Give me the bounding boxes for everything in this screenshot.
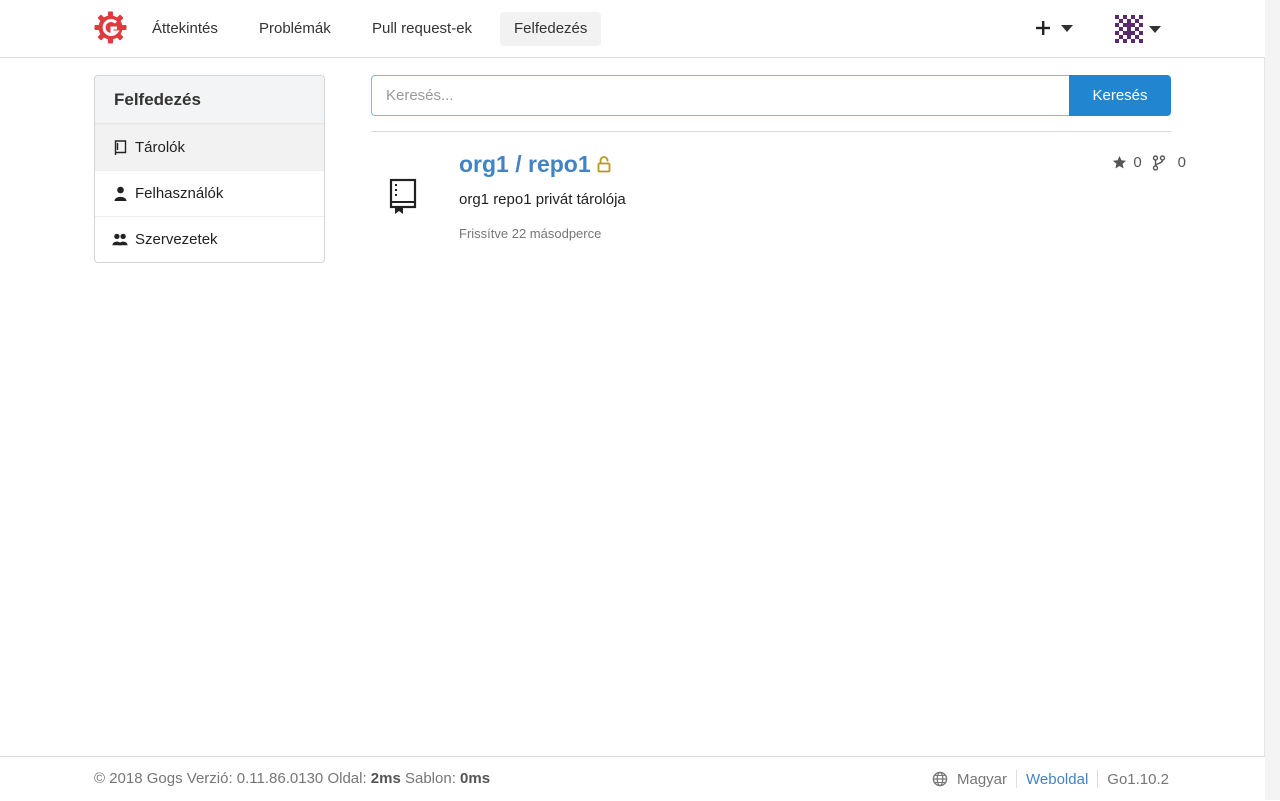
- star-count: 0: [1133, 154, 1142, 171]
- create-new-dropdown[interactable]: [1035, 14, 1073, 42]
- sidebar-item-organizations[interactable]: Szervezetek: [95, 216, 324, 262]
- star-icon: [1113, 155, 1127, 169]
- chevron-down-icon: [1061, 24, 1073, 32]
- footer-version-info: © 2018 Gogs Verzió: 0.11.86.0130 Oldal: …: [94, 770, 490, 787]
- chevron-down-icon: [1149, 25, 1161, 33]
- repo-updated-time: Frissítve 22 másodperce: [459, 226, 602, 241]
- repo-icon: [112, 139, 128, 156]
- footer-separator: [1016, 770, 1018, 788]
- divider: [371, 131, 1171, 132]
- footer-separator: [1097, 770, 1099, 788]
- plus-icon: [1036, 21, 1050, 35]
- sidebar-item-users[interactable]: Felhasználók: [95, 170, 324, 216]
- gogs-logo-icon[interactable]: [94, 11, 127, 44]
- fork-count: 0: [1177, 154, 1186, 171]
- globe-icon: [932, 771, 948, 787]
- sidebar-item-label: Tárolók: [135, 139, 186, 156]
- explore-sidebar: Felfedezés Tárolók Felhasználók Szerveze…: [94, 75, 325, 263]
- footer-copyright: © 2018 Gogs Verzió: 0.11.86.0130 Oldal:: [94, 770, 371, 787]
- footer-page-time: 2ms: [370, 770, 401, 787]
- search-input[interactable]: [371, 75, 1069, 116]
- website-link[interactable]: Weboldal: [1026, 771, 1088, 788]
- scrollbar[interactable]: [1264, 0, 1280, 800]
- go-version: Go1.10.2: [1107, 770, 1169, 788]
- repo-stats: 0 0: [1112, 154, 1186, 171]
- language-selector[interactable]: Magyar: [932, 771, 1007, 788]
- repo-title: org1 / repo1: [459, 149, 611, 179]
- top-navbar: Áttekintés Problémák Pull request-ek Fel…: [0, 0, 1265, 58]
- footer-template-time: 0ms: [460, 770, 491, 787]
- lock-icon: [597, 155, 611, 172]
- nav-explore[interactable]: Felfedezés: [500, 12, 602, 46]
- nav-issues[interactable]: Problémák: [245, 12, 345, 46]
- language-label: Magyar: [956, 770, 1008, 788]
- sidebar-item-label: Felhasználók: [135, 185, 224, 202]
- footer-links: Magyar Weboldal Go1.10.2: [932, 770, 1169, 788]
- sidebar-item-label: Szervezetek: [135, 231, 218, 248]
- sidebar-header: Felfedezés: [95, 76, 324, 124]
- search-form: Keresés: [371, 75, 1171, 116]
- repo-description: org1 repo1 privát tárolója: [459, 191, 626, 208]
- user-menu-dropdown[interactable]: [1115, 14, 1161, 44]
- sidebar-item-repositories[interactable]: Tárolók: [95, 124, 324, 170]
- nav-pull-requests[interactable]: Pull request-ek: [358, 12, 486, 46]
- nav-dashboard[interactable]: Áttekintés: [138, 12, 232, 46]
- person-icon: [112, 186, 128, 202]
- fork-icon: [1152, 154, 1165, 171]
- repo-link[interactable]: org1 / repo1: [459, 151, 591, 178]
- footer: © 2018 Gogs Verzió: 0.11.86.0130 Oldal: …: [0, 756, 1265, 801]
- avatar: [1115, 15, 1143, 43]
- search-button[interactable]: Keresés: [1069, 75, 1171, 116]
- footer-template-label: Sablon:: [400, 770, 461, 787]
- organization-icon: [112, 232, 128, 248]
- repo-book-icon: [389, 178, 417, 216]
